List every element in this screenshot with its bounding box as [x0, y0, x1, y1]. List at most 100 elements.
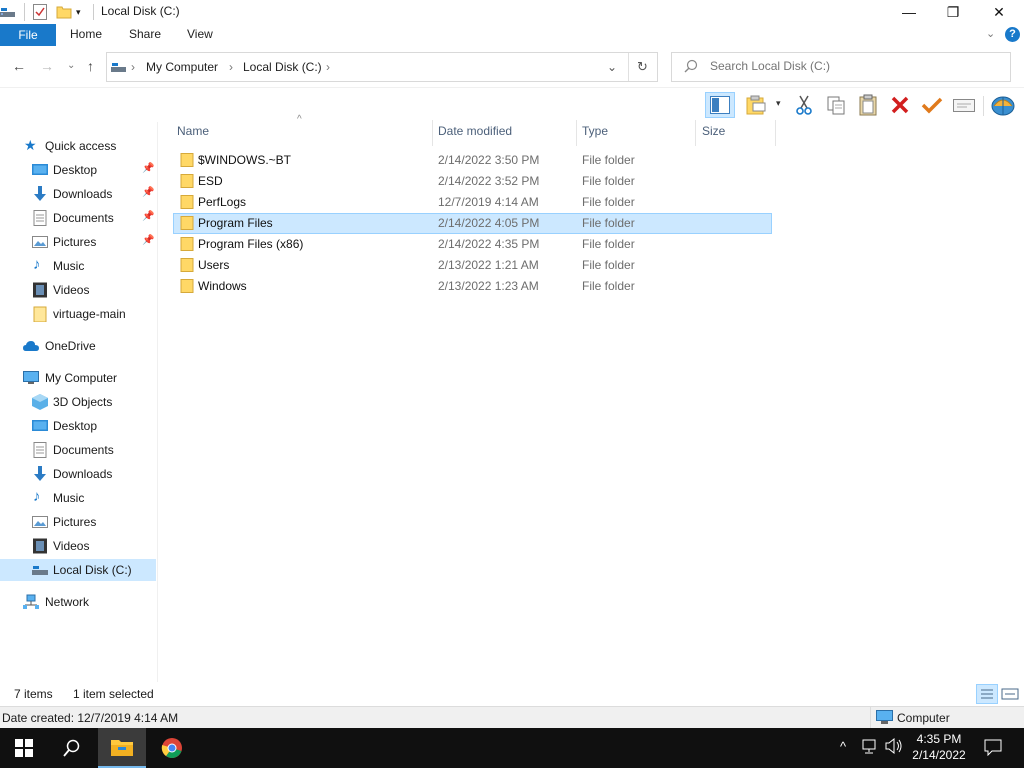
maximize-button[interactable]: ❐ — [930, 0, 976, 24]
nav-label: 3D Objects — [53, 395, 113, 409]
nav-music[interactable]: ♪ Music — [0, 487, 156, 509]
show-hidden-icons-icon[interactable]: ^ — [840, 739, 846, 754]
file-explorer-taskbar-button[interactable] — [98, 728, 146, 768]
search-box[interactable] — [671, 52, 1011, 82]
nav-quick-videos[interactable]: Videos — [0, 279, 156, 301]
breadcrumb-my-computer[interactable]: My Computer — [146, 60, 218, 74]
column-header-size[interactable]: Size — [702, 124, 725, 144]
nav-pictures[interactable]: Pictures — [0, 511, 156, 533]
start-button[interactable] — [0, 728, 48, 768]
file-name: Users — [198, 258, 230, 272]
chrome-taskbar-button[interactable] — [148, 728, 196, 768]
pin-icon[interactable]: 📌 — [142, 211, 154, 222]
nav-quick-downloads[interactable]: Downloads 📌 — [0, 183, 156, 205]
table-row[interactable]: PerfLogs 12/7/2019 4:14 AM File folder — [173, 192, 772, 213]
nav-label: Documents — [53, 443, 114, 457]
expand-ribbon-icon[interactable]: ⌄ — [986, 27, 995, 40]
shell-globe-icon[interactable] — [990, 92, 1016, 118]
search-input[interactable] — [710, 59, 1000, 73]
table-row[interactable]: $WINDOWS.~BT 2/14/2022 3:50 PM File fold… — [173, 150, 772, 171]
address-bar[interactable]: › My Computer › Local Disk (C:) › ⌄ ↻ — [106, 52, 658, 82]
back-button[interactable]: ← — [12, 58, 26, 74]
nav-3d-objects[interactable]: 3D Objects — [0, 391, 156, 413]
table-row[interactable]: ESD 2/14/2022 3:52 PM File folder — [173, 171, 772, 192]
nav-quick-pictures[interactable]: Pictures 📌 — [0, 231, 156, 253]
tab-view[interactable]: View — [187, 27, 213, 41]
nav-quick-access[interactable]: ★ Quick access — [0, 135, 156, 157]
column-divider[interactable] — [775, 120, 776, 146]
help-icon[interactable]: ? — [1005, 27, 1020, 42]
rename-checkmark-icon[interactable] — [919, 92, 945, 118]
table-row[interactable]: Program Files (x86) 2/14/2022 4:35 PM Fi… — [173, 234, 772, 255]
file-type: File folder — [582, 174, 635, 188]
nav-local-disk[interactable]: Local Disk (C:) — [0, 559, 156, 581]
close-button[interactable]: ✕ — [976, 0, 1022, 24]
pin-icon[interactable]: 📌 — [142, 235, 154, 246]
minimize-button[interactable]: — — [886, 0, 932, 24]
column-header-type[interactable]: Type — [582, 124, 608, 144]
customize-quick-access-icon[interactable]: ▾ — [76, 3, 81, 21]
table-row[interactable]: Users 2/13/2022 1:21 AM File folder — [173, 255, 772, 276]
nav-quick-documents[interactable]: Documents 📌 — [0, 207, 156, 229]
recent-locations-icon[interactable]: ⌄ — [67, 60, 75, 71]
breadcrumb-chevron-icon[interactable]: › — [131, 60, 135, 74]
3d-objects-icon — [32, 394, 48, 410]
nav-videos[interactable]: Videos — [0, 535, 156, 557]
paste-icon[interactable] — [855, 92, 881, 118]
tab-file[interactable]: File — [0, 24, 56, 46]
clock[interactable]: 4:35 PM 2/14/2022 — [904, 731, 974, 763]
nav-downloads[interactable]: Downloads — [0, 463, 156, 485]
breadcrumb-chevron-icon[interactable]: › — [326, 60, 330, 74]
column-header-date-modified[interactable]: Date modified — [438, 124, 512, 144]
table-row[interactable]: Windows 2/13/2022 1:23 AM File folder — [173, 276, 772, 297]
network-status-icon[interactable] — [862, 739, 880, 758]
breadcrumb-local-disk[interactable]: Local Disk (C:) — [243, 60, 322, 74]
large-icons-view-icon[interactable] — [1001, 686, 1019, 702]
column-divider[interactable] — [576, 120, 577, 146]
nav-quick-music[interactable]: ♪ Music — [0, 255, 156, 277]
nav-onedrive[interactable]: OneDrive — [0, 335, 156, 357]
properties-card-icon[interactable] — [951, 92, 977, 118]
cut-icon[interactable] — [791, 92, 817, 118]
drive-icon[interactable] — [0, 3, 16, 21]
search-button[interactable] — [48, 728, 96, 768]
tab-home[interactable]: Home — [70, 27, 102, 41]
table-row-selected[interactable]: Program Files 2/14/2022 4:05 PM File fol… — [173, 213, 772, 234]
tab-share[interactable]: Share — [129, 27, 161, 41]
dropdown-arrow-icon[interactable]: ▾ — [776, 98, 781, 109]
column-header-name[interactable]: Name — [177, 124, 209, 144]
delete-icon[interactable] — [887, 92, 913, 118]
column-divider[interactable] — [695, 120, 696, 146]
nav-quick-virtuage-main[interactable]: virtuage-main — [0, 303, 156, 325]
details-view-icon[interactable] — [976, 684, 998, 704]
file-date: 2/14/2022 3:52 PM — [438, 174, 540, 188]
volume-icon[interactable] — [885, 737, 903, 757]
paste-shortcut-icon[interactable] — [743, 92, 769, 118]
nav-quick-desktop[interactable]: Desktop 📌 — [0, 159, 156, 181]
nav-network[interactable]: Network — [0, 591, 156, 613]
nav-documents[interactable]: Documents — [0, 439, 156, 461]
up-button[interactable]: ↑ — [87, 58, 94, 74]
forward-button[interactable]: → — [40, 58, 54, 74]
folder-icon — [180, 279, 194, 293]
pin-icon[interactable]: 📌 — [142, 187, 154, 198]
refresh-icon[interactable]: ↻ — [637, 59, 648, 75]
nav-label: Pictures — [53, 515, 97, 529]
pin-icon[interactable]: 📌 — [142, 163, 154, 174]
copy-icon[interactable] — [823, 92, 849, 118]
properties-icon[interactable] — [24, 3, 47, 21]
action-center-icon[interactable] — [984, 739, 1002, 759]
folder-icon — [180, 258, 194, 272]
preview-pane-icon[interactable] — [705, 92, 735, 118]
title-bar: ▾ Local Disk (C:) — ❐ ✕ — [0, 0, 1024, 24]
nav-desktop[interactable]: Desktop — [0, 415, 156, 437]
file-name: Windows — [198, 279, 247, 293]
documents-icon — [33, 442, 47, 458]
new-folder-icon[interactable] — [56, 3, 72, 21]
column-divider[interactable] — [432, 120, 433, 146]
folder-icon — [180, 153, 194, 167]
pane-divider[interactable] — [157, 122, 158, 682]
breadcrumb-chevron-icon[interactable]: › — [229, 60, 233, 74]
nav-my-computer[interactable]: My Computer — [0, 367, 156, 389]
address-dropdown-icon[interactable]: ⌄ — [607, 60, 617, 74]
